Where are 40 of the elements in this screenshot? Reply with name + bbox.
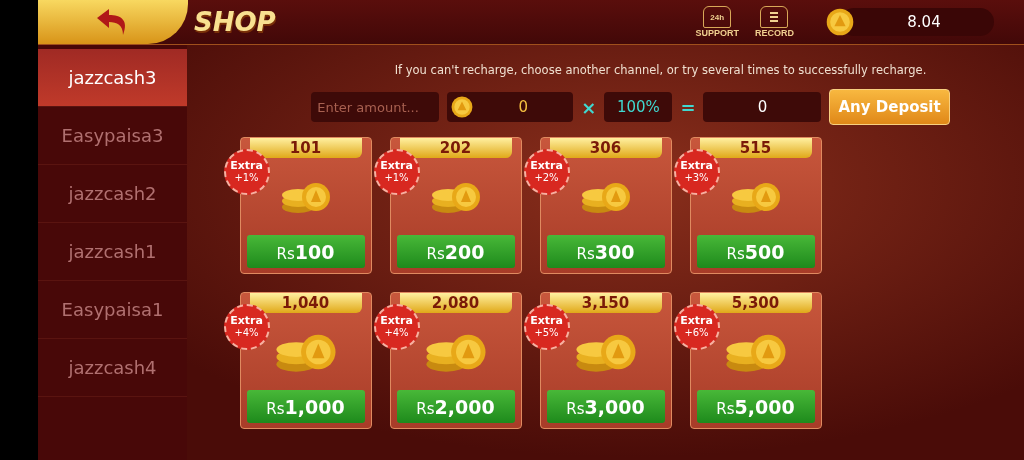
extra-bonus-badge: Extra +6% bbox=[673, 304, 720, 350]
channel-tab[interactable]: Easypaisa3 bbox=[38, 107, 187, 165]
coin-amount: 3,150 bbox=[549, 293, 662, 313]
price-button[interactable]: Rs3,000 bbox=[546, 390, 665, 423]
price-button[interactable]: Rs200 bbox=[396, 235, 515, 268]
any-deposit-button[interactable]: Any Deposit bbox=[829, 89, 950, 125]
extra-bonus-badge: Extra +1% bbox=[223, 149, 270, 195]
price-button[interactable]: Rs500 bbox=[696, 235, 815, 268]
equals-sign: = bbox=[680, 96, 696, 118]
coin-amount-field: 0 bbox=[447, 92, 574, 122]
amount-input[interactable]: Enter amount... bbox=[311, 92, 440, 122]
price-button[interactable]: Rs1,000 bbox=[246, 390, 365, 423]
extra-bonus-badge: Extra +1% bbox=[373, 149, 420, 195]
coin-amount: 2,080 bbox=[399, 293, 512, 313]
coin-amount: 101 bbox=[249, 138, 362, 158]
extra-bonus-badge: Extra +5% bbox=[523, 304, 570, 350]
coin-amount: 202 bbox=[399, 138, 512, 158]
notice-text: If you can't recharge, choose another channel, or try several times to successfully recharge. bbox=[394, 63, 927, 77]
price-button[interactable]: Rs5,000 bbox=[696, 390, 815, 423]
extra-bonus-badge: Extra +2% bbox=[523, 149, 570, 195]
result-field: 0 bbox=[703, 92, 822, 122]
price-button[interactable]: Rs100 bbox=[246, 235, 365, 268]
price-button[interactable]: Rs300 bbox=[546, 235, 665, 268]
channel-tab[interactable]: jazzcash1 bbox=[38, 223, 187, 281]
channel-tab[interactable]: jazzcash2 bbox=[38, 165, 187, 223]
support-button[interactable]: 24h SUPPORT bbox=[695, 6, 739, 38]
extra-bonus-badge: Extra +4% bbox=[373, 304, 420, 350]
channel-tab[interactable]: jazzcash3 bbox=[38, 49, 187, 107]
rate-field: 100% bbox=[604, 92, 673, 122]
page-title: SHOP bbox=[194, 7, 276, 37]
extra-bonus-badge: Extra +4% bbox=[223, 304, 270, 350]
coin-amount: 5,300 bbox=[699, 293, 812, 313]
coin-amount: 306 bbox=[549, 138, 662, 158]
extra-bonus-badge: Extra +3% bbox=[673, 149, 720, 195]
multiply-sign: × bbox=[581, 96, 597, 118]
coin-amount: 515 bbox=[699, 138, 812, 158]
coin-amount: 1,040 bbox=[249, 293, 362, 313]
channel-tab[interactable]: jazzcash4 bbox=[38, 339, 187, 397]
price-button[interactable]: Rs2,000 bbox=[396, 390, 515, 423]
channel-tab[interactable]: Easypaisa1 bbox=[38, 281, 187, 339]
